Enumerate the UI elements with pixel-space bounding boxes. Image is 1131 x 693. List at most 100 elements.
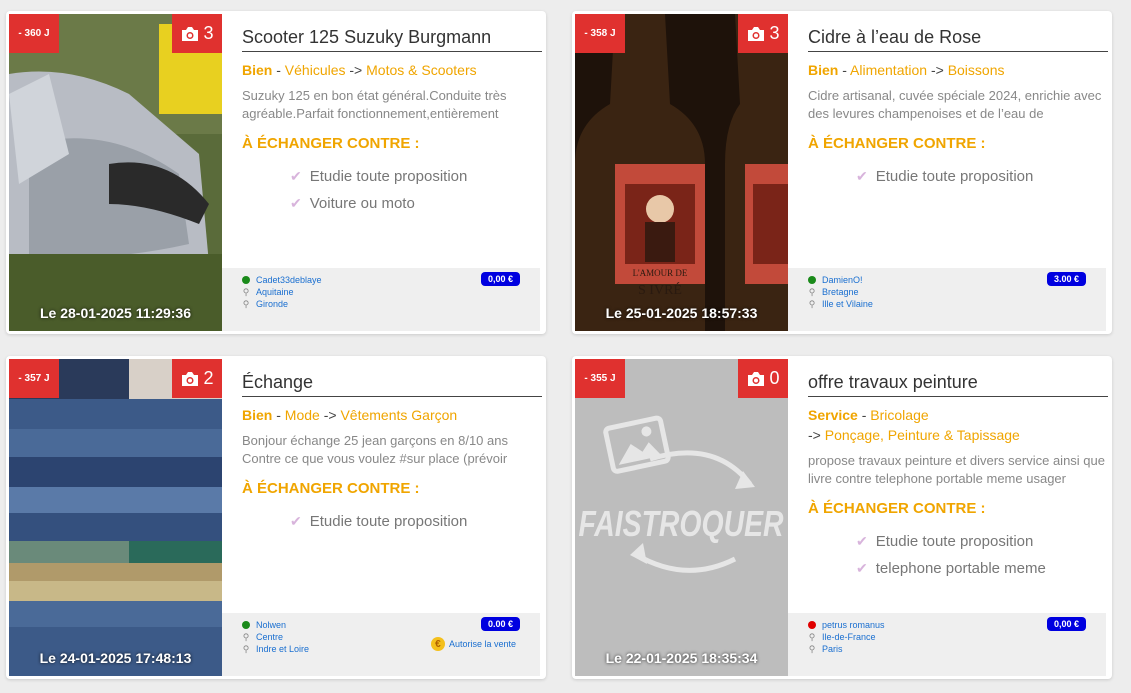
listing-type[interactable]: Bien <box>808 62 838 78</box>
sale-allowed: € Autorise la vente <box>430 637 516 651</box>
listing-title[interactable]: Échange <box>242 372 542 397</box>
seller-region[interactable]: Ile-de-France <box>822 631 876 643</box>
photo-count: 3 <box>172 14 222 53</box>
seller-region[interactable]: Bretagne <box>822 286 859 298</box>
subcategory-link[interactable]: Vêtements Garçon <box>340 407 457 423</box>
age-badge: - 355 J <box>575 359 625 398</box>
listing-card[interactable]: - 360 J 3 Le 28-01-2025 11:29:36 Scooter… <box>6 11 546 334</box>
want-item: ✔ telephone portable meme <box>856 560 1046 577</box>
seller-name[interactable]: Cadet33deblaye <box>256 274 322 286</box>
listing-title[interactable]: offre travaux peinture <box>808 372 1108 397</box>
seller-department[interactable]: Ille et Vilaine <box>822 298 873 310</box>
seller-info: Nolwen ⚲ Centre ⚲ Indre et Loire <box>242 619 309 655</box>
location-pin-icon: ⚲ <box>808 299 816 309</box>
seller-name[interactable]: petrus romanus <box>822 619 885 631</box>
check-icon: ✔ <box>290 513 302 529</box>
listing-type[interactable]: Service <box>808 407 858 423</box>
exchange-heading: À ÉCHANGER CONTRE : <box>242 135 420 152</box>
check-icon: ✔ <box>290 168 302 184</box>
svg-text:S IVRÉ: S IVRÉ <box>638 281 682 298</box>
svg-text:L'AMOUR DE: L'AMOUR DE <box>633 268 688 278</box>
check-icon: ✔ <box>856 560 868 576</box>
seller-info: petrus romanus ⚲ Ile-de-France ⚲ Paris <box>808 619 885 655</box>
listing-description: Bonjour échange 25 jean garçons en 8/10 … <box>242 433 508 466</box>
seller-name[interactable]: DamienO! <box>822 274 863 286</box>
location-pin-icon: ⚲ <box>808 632 816 642</box>
age-badge: - 357 J <box>9 359 59 398</box>
subcategory-link[interactable]: Ponçage, Peinture & Tapissage <box>825 427 1020 443</box>
seller-department[interactable]: Paris <box>822 643 843 655</box>
price-badge: 3.00 € <box>1046 272 1086 286</box>
listing-card[interactable]: - 357 J 2 Le 24-01-2025 17:48:13 Échange… <box>6 356 546 679</box>
status-dot <box>242 276 250 284</box>
listing-footer: Nolwen ⚲ Centre ⚲ Indre et Loire 0.00 € € … <box>222 613 540 676</box>
listing-type[interactable]: Bien <box>242 62 272 78</box>
listing-photo[interactable]: - 357 J 2 Le 24-01-2025 17:48:13 <box>9 359 222 676</box>
seller-region[interactable]: Aquitaine <box>256 286 294 298</box>
listing-description: Cidre artisanal, cuvée spéciale 2024, en… <box>808 88 1102 121</box>
location-pin-icon: ⚲ <box>242 299 250 309</box>
location-pin-icon: ⚲ <box>242 644 250 654</box>
wants-list: ✔ Etudie toute proposition ✔ Voiture ou mo… <box>290 163 467 217</box>
camera-icon <box>748 371 765 386</box>
category-path: Service - Bricolage -> Ponçage, Peinture … <box>808 407 1020 443</box>
sale-icon: € <box>430 637 445 651</box>
placeholder-image-icon: FAISTROQUER <box>575 359 788 676</box>
listing-card[interactable]: L'AMOUR DE S IVRÉ - 358 J 3 Le 25-01-202… <box>572 11 1112 334</box>
listing-title[interactable]: Cidre à l’eau de Rose <box>808 27 1108 52</box>
jeans-pile-photo <box>9 359 222 676</box>
wants-list: ✔ Etudie toute proposition <box>856 163 1033 190</box>
category-link[interactable]: Véhicules <box>285 62 346 78</box>
camera-icon <box>748 26 765 41</box>
camera-icon <box>182 371 199 386</box>
exchange-heading: À ÉCHANGER CONTRE : <box>808 135 986 152</box>
location-pin-icon: ⚲ <box>808 287 816 297</box>
photo-count: 2 <box>172 359 222 398</box>
want-item: ✔ Etudie toute proposition <box>856 168 1034 185</box>
listing-card[interactable]: FAISTROQUER - 355 J 0 Le 22-01-2025 18:3… <box>572 356 1112 679</box>
photo-count: 3 <box>738 14 788 53</box>
seller-department[interactable]: Indre et Loire <box>256 643 309 655</box>
listing-date: Le 22-01-2025 18:35:34 <box>605 650 758 666</box>
seller-info: DamienO! ⚲ Bretagne ⚲ Ille et Vilaine <box>808 274 873 310</box>
seller-region[interactable]: Centre <box>256 631 283 643</box>
location-pin-icon: ⚲ <box>242 287 250 297</box>
listing-title[interactable]: Scooter 125 Suzuky Burgmann <box>242 27 542 52</box>
status-dot <box>808 276 816 284</box>
listing-description: Suzuky 125 en bon état général.Conduite … <box>242 88 507 121</box>
category-link[interactable]: Alimentation <box>850 62 927 78</box>
seller-info: Cadet33deblaye ⚲ Aquitaine ⚲ Gironde <box>242 274 322 310</box>
category-path: Bien - Mode -> Vêtements Garçon <box>242 407 458 423</box>
price-badge: 0,00 € <box>1046 617 1086 631</box>
exchange-heading: À ÉCHANGER CONTRE : <box>808 500 986 517</box>
category-path: Bien - Véhicules -> Motos & Scooters <box>242 62 477 78</box>
seller-name[interactable]: Nolwen <box>256 619 286 631</box>
want-item: ✔ Etudie toute proposition <box>290 513 468 530</box>
cider-bottles-photo: L'AMOUR DE S IVRÉ <box>575 14 788 331</box>
want-item: ✔ Etudie toute proposition <box>856 533 1034 550</box>
location-pin-icon: ⚲ <box>242 632 250 642</box>
listing-photo[interactable]: - 360 J 3 Le 28-01-2025 11:29:36 <box>9 14 222 331</box>
listing-date: Le 25-01-2025 18:57:33 <box>605 305 758 321</box>
category-link[interactable]: Bricolage <box>870 407 928 423</box>
subcategory-link[interactable]: Boissons <box>948 62 1005 78</box>
listing-photo[interactable]: L'AMOUR DE S IVRÉ - 358 J 3 Le 25-01-202… <box>575 14 788 331</box>
seller-department[interactable]: Gironde <box>256 298 288 310</box>
listing-type[interactable]: Bien <box>242 407 272 423</box>
check-icon: ✔ <box>290 195 302 211</box>
check-icon: ✔ <box>856 533 868 549</box>
location-pin-icon: ⚲ <box>808 644 816 654</box>
status-dot <box>808 621 816 629</box>
subcategory-link[interactable]: Motos & Scooters <box>366 62 477 78</box>
scooter-photo <box>9 14 222 331</box>
status-dot <box>242 621 250 629</box>
category-path: Bien - Alimentation -> Boissons <box>808 62 1005 78</box>
camera-icon <box>182 26 199 41</box>
check-icon: ✔ <box>856 168 868 184</box>
category-link[interactable]: Mode <box>285 407 320 423</box>
price-badge: 0.00 € <box>480 617 520 631</box>
exchange-heading: À ÉCHANGER CONTRE : <box>242 480 420 497</box>
listing-date: Le 28-01-2025 11:29:36 <box>40 305 191 321</box>
listing-photo[interactable]: FAISTROQUER - 355 J 0 Le 22-01-2025 18:3… <box>575 359 788 676</box>
listing-footer: DamienO! ⚲ Bretagne ⚲ Ille et Vilaine 3.00… <box>788 268 1106 331</box>
